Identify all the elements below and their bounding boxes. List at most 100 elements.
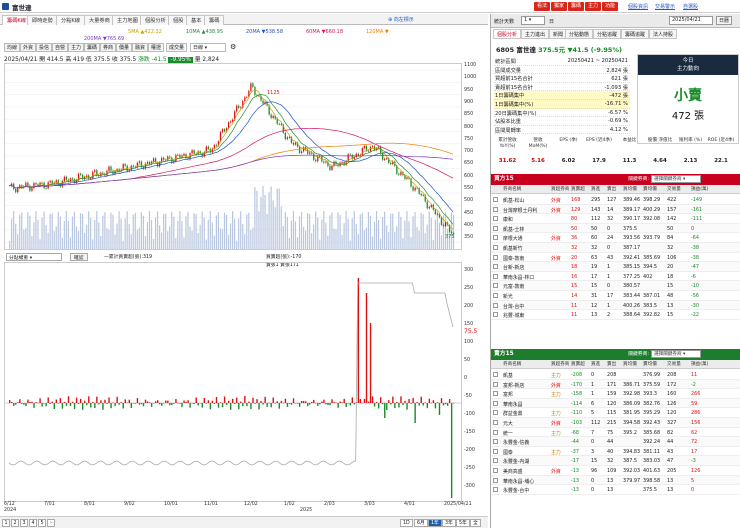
table-row[interactable]: 元大 外資 -103 112 215 394.58 392.43 327 156: [491, 417, 740, 428]
period-1y[interactable]: 1年: [428, 519, 442, 527]
cell[interactable]: 群益金鼎: [503, 410, 523, 417]
period-select[interactable]: 日線 ▾: [190, 43, 226, 52]
table-row[interactable]: 台灣摩根士丹利 外資 129 143 14 389.17 400.29 157 -161: [491, 204, 740, 215]
row-checkbox[interactable]: [493, 477, 498, 483]
row-checkbox[interactable]: [493, 400, 498, 406]
rtab-track[interactable]: 分點追蹤: [593, 29, 622, 39]
cell[interactable]: 富邦-新店: [503, 382, 524, 389]
chips-button[interactable]: 籌碼: [568, 2, 585, 11]
row-checkbox[interactable]: [493, 312, 498, 318]
days-select[interactable]: 1 ▾: [521, 16, 545, 25]
page-3[interactable]: 3: [20, 519, 28, 527]
table-row[interactable]: 國泰 主力 -37 3 40 394.83 381.11 43 17: [491, 447, 740, 457]
row-checkbox[interactable]: [493, 283, 498, 289]
cell[interactable]: 華南永昌-林口: [503, 274, 534, 281]
table-row[interactable]: 凱基-松山 外資 168 295 127 389.46 398.29 422 -149: [491, 195, 740, 205]
tool-main[interactable]: 主力: [68, 43, 85, 52]
table-row[interactable]: 統一 主力 -68 7 75 395.2 385.68 82 62: [491, 428, 740, 438]
tab-stock-analysis[interactable]: 個股分析: [140, 15, 171, 25]
calendar-button[interactable]: 日曆: [716, 16, 733, 25]
stock-info-link[interactable]: 個股資訊: [628, 3, 648, 10]
cell[interactable]: 永豐金-台中: [503, 487, 529, 494]
page-2[interactable]: 2: [11, 519, 19, 527]
table-row[interactable]: 元富-敦南 15 15 0 380.57 15 -10: [491, 281, 740, 291]
cell[interactable]: 凱基-松山: [503, 197, 524, 204]
row-checkbox[interactable]: [493, 487, 498, 493]
table-row[interactable]: 富邦 主力 -158 1 159 392.98 393.3 160 266: [491, 389, 740, 399]
period-3y[interactable]: 3年: [442, 519, 456, 527]
rtab-chip-track[interactable]: 籌碼追蹤: [621, 29, 650, 39]
cell[interactable]: 台灣-台中: [503, 303, 524, 310]
cell[interactable]: 凱基: [503, 372, 513, 379]
page-5[interactable]: 5: [38, 519, 46, 527]
period-all[interactable]: 全: [470, 519, 481, 527]
cell[interactable]: 兆豐-城東: [503, 312, 524, 319]
row-checkbox[interactable]: [493, 391, 498, 397]
cell[interactable]: 凱基新竹: [503, 245, 523, 252]
tab-big-broker[interactable]: 大量券商: [84, 15, 115, 25]
tool-chips[interactable]: 籌碼: [84, 43, 101, 52]
row-checkbox[interactable]: [493, 381, 498, 387]
cell[interactable]: 凱基-士林: [503, 226, 524, 233]
rtab-main[interactable]: 主力進出: [521, 29, 550, 39]
row-checkbox[interactable]: [493, 302, 498, 308]
period-5y[interactable]: 5年: [456, 519, 470, 527]
tab-intraday[interactable]: 即時走勢: [27, 15, 58, 25]
cell[interactable]: 永豐金-信義: [503, 439, 529, 446]
tool-dealer[interactable]: 自營: [52, 43, 69, 52]
table-row[interactable]: 台新-新店 18 19 1 385.15 394.5 20 -47: [491, 262, 740, 272]
sell-filter-select[interactable]: 選擇關鍵券商 ▾: [651, 350, 701, 358]
cell[interactable]: 台新-新店: [503, 264, 524, 271]
tool-margin[interactable]: 融資: [132, 43, 149, 52]
tab-main-map[interactable]: 主力地圖: [112, 15, 143, 25]
cell[interactable]: 元大: [503, 420, 513, 427]
row-checkbox[interactable]: [493, 273, 498, 279]
table-row[interactable]: 兆豐-城東 11 13 2 388.64 392.82 15 -22: [491, 310, 740, 320]
cell[interactable]: 摩根大通: [503, 235, 523, 242]
table-row[interactable]: 華南永昌-林口 16 17 1 377.25 402 18 -6: [491, 272, 740, 282]
row-checkbox[interactable]: [493, 410, 498, 416]
buy-filter-select[interactable]: 選擇關鍵券商 ▾: [651, 175, 701, 183]
cell[interactable]: 康和: [503, 216, 513, 223]
tab-branch-kline[interactable]: 分點K線: [56, 15, 85, 25]
row-checkbox[interactable]: [493, 429, 498, 435]
cell[interactable]: 美商高盛: [503, 468, 523, 475]
rtab-branch[interactable]: 分點動態: [565, 29, 594, 39]
table-row[interactable]: 康和 80 112 32 390.17 392.08 142 -111: [491, 214, 740, 224]
price-chart[interactable]: 1125 375: [4, 63, 462, 250]
chevron-right-icon[interactable]: ›: [47, 519, 55, 527]
tool-ma[interactable]: 均線: [4, 43, 21, 52]
row-checkbox[interactable]: [493, 419, 498, 425]
trade-alert-link[interactable]: 交易警示: [655, 3, 675, 10]
row-checkbox[interactable]: [493, 448, 498, 454]
table-row[interactable]: 凱基-士林 50 50 0 375.5 50 0: [491, 223, 740, 234]
date-input[interactable]: 2025/04/21: [669, 16, 713, 25]
table-row[interactable]: 新光 14 31 17 383.44 387.01 48 -56: [491, 291, 740, 301]
table-row[interactable]: 美商高盛 外資 -13 96 109 392.03 401.63 205 126: [491, 466, 740, 476]
cell[interactable]: 永豐金-內湖: [503, 458, 529, 465]
table-row[interactable]: 華南永昌-埔心 -13 0 13 379.97 398.58 13 5: [491, 475, 740, 486]
tool-pricevol[interactable]: 價量: [116, 43, 133, 52]
table-row[interactable]: 富邦-新店 外資 -170 1 171 386.71 375.59 172 -2: [491, 379, 740, 390]
row-checkbox[interactable]: [493, 467, 498, 473]
cell[interactable]: 統一: [503, 430, 513, 437]
cell[interactable]: 華南永昌: [503, 401, 523, 408]
period-1d[interactable]: 1D: [400, 519, 413, 527]
row-checkbox[interactable]: [493, 458, 498, 464]
cell[interactable]: 台灣摩根士丹利: [503, 207, 537, 214]
tab-chips[interactable]: 籌碼: [204, 15, 225, 25]
table-row[interactable]: 摩根大通 外資 36 60 24 393.56 393.79 84 -64: [491, 233, 740, 243]
cell[interactable]: 富邦: [503, 391, 513, 398]
main-force-button[interactable]: 主力: [585, 2, 602, 11]
cell[interactable]: 國泰-敦南: [503, 255, 524, 262]
table-row[interactable]: 永豐金-內湖 -17 15 32 387.5 383.03 47 -3: [491, 456, 740, 466]
table-row[interactable]: 凱基新竹 32 32 0 387.17 32 -38: [491, 242, 740, 253]
table-row[interactable]: 群益金鼎 主力 -110 5 115 381.95 395.29 120 286: [491, 408, 740, 418]
table-row[interactable]: 凱基 主力 -208 0 208 376.99 208 11: [491, 370, 740, 380]
confirm-button[interactable]: 確認: [70, 253, 88, 261]
row-checkbox[interactable]: [493, 292, 498, 298]
table-row[interactable]: 台灣-台中 11 12 1 400.26 383.5 13 -30: [491, 300, 740, 311]
toggle-left-link[interactable]: ⊕ 向左標示: [388, 16, 414, 23]
cell[interactable]: 華南永昌-埔心: [503, 478, 534, 485]
exclusive-button[interactable]: 獨家: [551, 2, 568, 11]
